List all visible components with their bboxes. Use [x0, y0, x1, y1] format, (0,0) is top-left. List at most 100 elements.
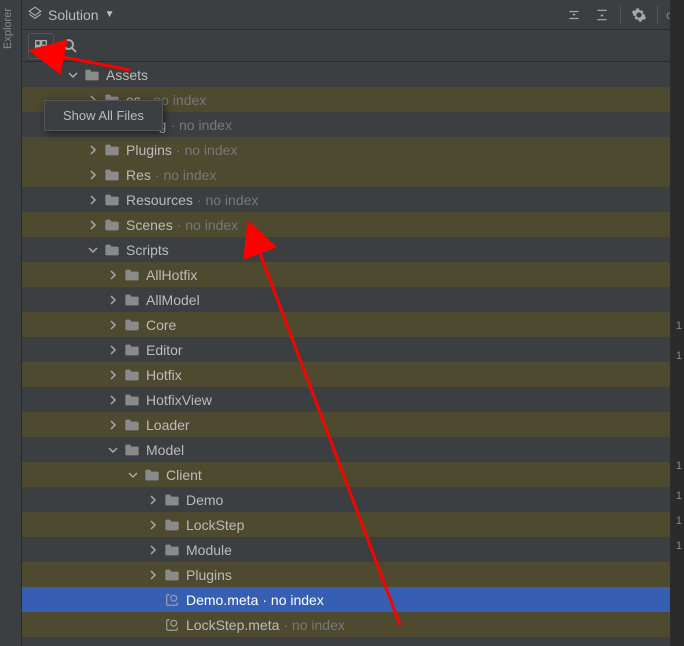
tree-row-Assets[interactable]: Assets: [22, 62, 684, 87]
folder-icon: [124, 317, 140, 333]
no-index-label: · no index: [176, 142, 237, 158]
expand-arrow-icon[interactable]: [146, 518, 160, 532]
sub-toolbar: [22, 30, 684, 62]
expand-arrow-icon[interactable]: [86, 218, 100, 232]
expand-arrow-icon[interactable]: [106, 293, 120, 307]
expand-icon[interactable]: [592, 5, 612, 25]
tree-row-Model[interactable]: Model: [22, 437, 684, 462]
expand-arrow-icon[interactable]: [66, 68, 80, 82]
solution-toolbar: Solution ▼ cs: [22, 0, 684, 30]
tree-row-Hotfix[interactable]: Hotfix: [22, 362, 684, 387]
tree-row-Demo[interactable]: Demo: [22, 487, 684, 512]
tree-row-AllHotfix[interactable]: AllHotfix: [22, 262, 684, 287]
gear-icon[interactable]: [629, 5, 649, 25]
expand-arrow-icon: [146, 618, 160, 632]
folder-icon: [124, 267, 140, 283]
expand-arrow-icon[interactable]: [86, 243, 100, 257]
folder-icon: [164, 542, 180, 558]
tree-row-Module[interactable]: Module: [22, 537, 684, 562]
expand-arrow-icon[interactable]: [106, 393, 120, 407]
tree-row-Resources[interactable]: Resources · no index: [22, 187, 684, 212]
tree-node-label: Model: [146, 442, 184, 458]
tree-row-LockStep.meta[interactable]: LockStep.meta · no index: [22, 612, 684, 637]
expand-arrow-icon[interactable]: [106, 268, 120, 282]
tree-row-Core[interactable]: Core: [22, 312, 684, 337]
tree-row-HotfixView[interactable]: HotfixView: [22, 387, 684, 412]
tree-node-label: HotfixView: [146, 392, 212, 408]
tree-row-AllModel[interactable]: AllModel: [22, 287, 684, 312]
search-icon[interactable]: [60, 36, 80, 56]
expand-arrow-icon[interactable]: [146, 493, 160, 507]
solution-tree[interactable]: Assetses · no indexConfig · no indexPlug…: [22, 62, 684, 646]
tree-row-Res[interactable]: Res · no index: [22, 162, 684, 187]
folder-icon: [104, 142, 120, 158]
tree-node-label: LockStep.meta: [186, 617, 279, 633]
expand-arrow-icon[interactable]: [146, 568, 160, 582]
file-icon: [164, 592, 180, 608]
tree-row-Editor[interactable]: Editor: [22, 337, 684, 362]
folder-icon: [144, 467, 160, 483]
no-index-label: · no index: [197, 192, 258, 208]
no-index-label: · no index: [283, 617, 344, 633]
chevron-down-icon: ▼: [105, 9, 115, 20]
folder-icon: [124, 417, 140, 433]
expand-arrow-icon[interactable]: [86, 193, 100, 207]
tree-node-label: Core: [146, 317, 176, 333]
folder-icon: [124, 392, 140, 408]
folder-icon: [104, 242, 120, 258]
leftbar-label-explorer[interactable]: Explorer: [2, 8, 14, 49]
expand-arrow-icon[interactable]: [126, 468, 140, 482]
tree-node-label: Module: [186, 542, 232, 558]
tree-node-label: AllModel: [146, 292, 200, 308]
tree-row-Loader[interactable]: Loader: [22, 412, 684, 437]
tree-row-Client[interactable]: Client: [22, 462, 684, 487]
tree-node-label: Hotfix: [146, 367, 182, 383]
tree-row-Plugins[interactable]: Plugins: [22, 562, 684, 587]
tree-node-label: Scripts: [126, 242, 169, 258]
folder-icon: [164, 567, 180, 583]
folder-icon: [164, 492, 180, 508]
tree-node-label: Demo.meta: [186, 592, 258, 608]
tree-row-LockStep[interactable]: LockStep: [22, 512, 684, 537]
tree-node-label: Editor: [146, 342, 183, 358]
expand-arrow-icon[interactable]: [86, 168, 100, 182]
folder-icon: [104, 167, 120, 183]
folder-icon: [104, 192, 120, 208]
file-icon: [164, 617, 180, 633]
tree-row-Scripts[interactable]: Scripts: [22, 237, 684, 262]
no-index-label: · no index: [177, 217, 238, 233]
expand-arrow-icon[interactable]: [106, 368, 120, 382]
tree-row-Demo.meta[interactable]: Demo.meta · no index: [22, 587, 684, 612]
left-sidebar: Explorer: [0, 0, 22, 646]
tree-node-label: Client: [166, 467, 202, 483]
expand-arrow-icon[interactable]: [106, 343, 120, 357]
solution-dropdown[interactable]: Solution ▼: [28, 6, 115, 23]
context-menu: Show All Files: [44, 100, 163, 131]
layers-icon: [28, 6, 42, 23]
folder-icon: [84, 67, 100, 83]
folder-icon: [124, 342, 140, 358]
tree-row-Scenes[interactable]: Scenes · no index: [22, 212, 684, 237]
expand-arrow-icon[interactable]: [106, 443, 120, 457]
tree-node-label: Res: [126, 167, 151, 183]
tree-node-label: Assets: [106, 67, 148, 83]
no-index-label: · no index: [155, 167, 216, 183]
tree-node-label: Plugins: [126, 142, 172, 158]
expand-arrow-icon: [146, 593, 160, 607]
tree-node-label: AllHotfix: [146, 267, 197, 283]
folder-icon: [104, 217, 120, 233]
expand-arrow-icon[interactable]: [106, 418, 120, 432]
show-all-files-button[interactable]: [28, 33, 54, 59]
tree-node-label: Plugins: [186, 567, 232, 583]
expand-arrow-icon[interactable]: [106, 318, 120, 332]
folder-icon: [124, 442, 140, 458]
tree-node-label: Demo: [186, 492, 223, 508]
tree-row-Plugins[interactable]: Plugins · no index: [22, 137, 684, 162]
expand-arrow-icon[interactable]: [146, 543, 160, 557]
no-index-label: · no index: [170, 117, 231, 133]
right-edge-strip: 1 1 1 1 1 1: [670, 0, 684, 646]
expand-arrow-icon[interactable]: [86, 143, 100, 157]
solution-title: Solution: [48, 7, 99, 23]
show-all-files-menuitem[interactable]: Show All Files: [47, 103, 160, 128]
collapse-icon[interactable]: [564, 5, 584, 25]
